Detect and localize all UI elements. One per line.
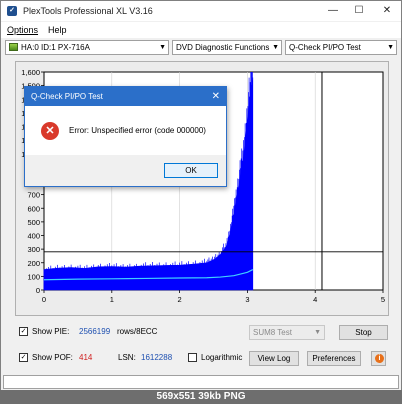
preferences-button[interactable]: Preferences [307,351,361,366]
drive-icon [9,43,18,51]
pie-unit: rows/8ECC [117,327,158,336]
view-log-button[interactable]: View Log [249,351,299,366]
y-tick-label: 400 [27,232,40,241]
show-pie-label: Show PIE: [32,327,70,336]
window-title: PlexTools Professional XL V3.16 [23,6,153,16]
menu-bar: Options Help [1,22,401,38]
y-tick-label: 700 [27,191,40,200]
lsn-value: 1612288 [141,353,173,362]
close-button[interactable]: ✕ [375,1,399,21]
show-pie-checkbox[interactable]: ✓ [19,327,28,336]
sum-test-select[interactable]: SUM8 Test ▼ [249,325,325,340]
lsn-label: LSN: [118,353,136,362]
x-tick-label: 0 [42,295,46,304]
test-select-value: Q-Check PI/PO Test [289,43,361,52]
y-tick-label: 200 [27,259,40,268]
dialog-message: Error: Unspecified error (code 000000) [69,126,206,135]
sum-test-select-value: SUM8 Test [253,328,292,337]
x-tick-label: 5 [381,295,385,304]
minimize-button[interactable]: — [321,1,345,21]
pie-value: 2566199 [79,327,111,336]
y-tick-label: 300 [27,245,40,254]
show-pof-checkbox[interactable]: ✓ [19,353,28,362]
logarithmic-checkbox[interactable] [188,353,197,362]
stop-button[interactable]: Stop [339,325,388,340]
bottom-panel: ✓ Show PIE: 2566199 rows/8ECC SUM8 Test … [1,319,401,373]
menu-options[interactable]: Options [7,25,38,35]
title-bar: ✓ PlexTools Professional XL V3.16 — ☐ ✕ [1,1,401,21]
info-button[interactable]: i [371,351,386,366]
show-pof-label: Show POF: [32,353,73,362]
toolbar: HA:0 ID:1 PX-716A ▼ DVD Diagnostic Funct… [1,38,401,58]
y-tick-label: 600 [27,204,40,213]
x-tick-label: 4 [313,295,317,304]
dialog-footer: OK [25,155,226,186]
drive-select[interactable]: HA:0 ID:1 PX-716A ▼ [5,40,169,55]
x-tick-label: 3 [245,295,249,304]
x-tick-label: 2 [178,295,182,304]
logarithmic-label: Logarithmic [201,353,243,362]
pof-value: 414 [79,353,93,362]
dialog-title: Q-Check PI/PO Test [25,87,226,106]
function-select[interactable]: DVD Diagnostic Functions ▼ [172,40,282,55]
y-tick-label: 1,600 [21,68,40,77]
image-caption: 569x551 39kb PNG [0,390,402,404]
app-window: ✓ PlexTools Professional XL V3.16 — ☐ ✕ … [0,0,402,392]
chevron-down-icon: ▼ [387,44,394,51]
dialog-ok-button[interactable]: OK [164,163,218,178]
y-tick-label: 500 [27,218,40,227]
chevron-down-icon: ▼ [272,44,279,51]
y-tick-label: 100 [27,272,40,281]
chevron-down-icon: ▼ [314,329,321,336]
dialog-close-button[interactable]: ✕ [212,87,220,106]
x-tick-label: 1 [110,295,114,304]
drive-select-value: HA:0 ID:1 PX-716A [21,43,90,52]
function-select-value: DVD Diagnostic Functions [176,43,270,52]
chevron-down-icon: ▼ [159,44,166,51]
test-select[interactable]: Q-Check PI/PO Test ▼ [285,40,397,55]
app-icon: ✓ [7,6,17,16]
error-dialog: Q-Check PI/PO Test ✕ ✕ Error: Unspecifie… [24,86,227,187]
error-icon: ✕ [41,122,59,140]
info-icon: i [375,354,384,363]
maximize-button[interactable]: ☐ [347,1,371,21]
status-bar [3,375,399,389]
menu-help[interactable]: Help [48,25,67,35]
y-tick-label: 0 [36,286,40,295]
